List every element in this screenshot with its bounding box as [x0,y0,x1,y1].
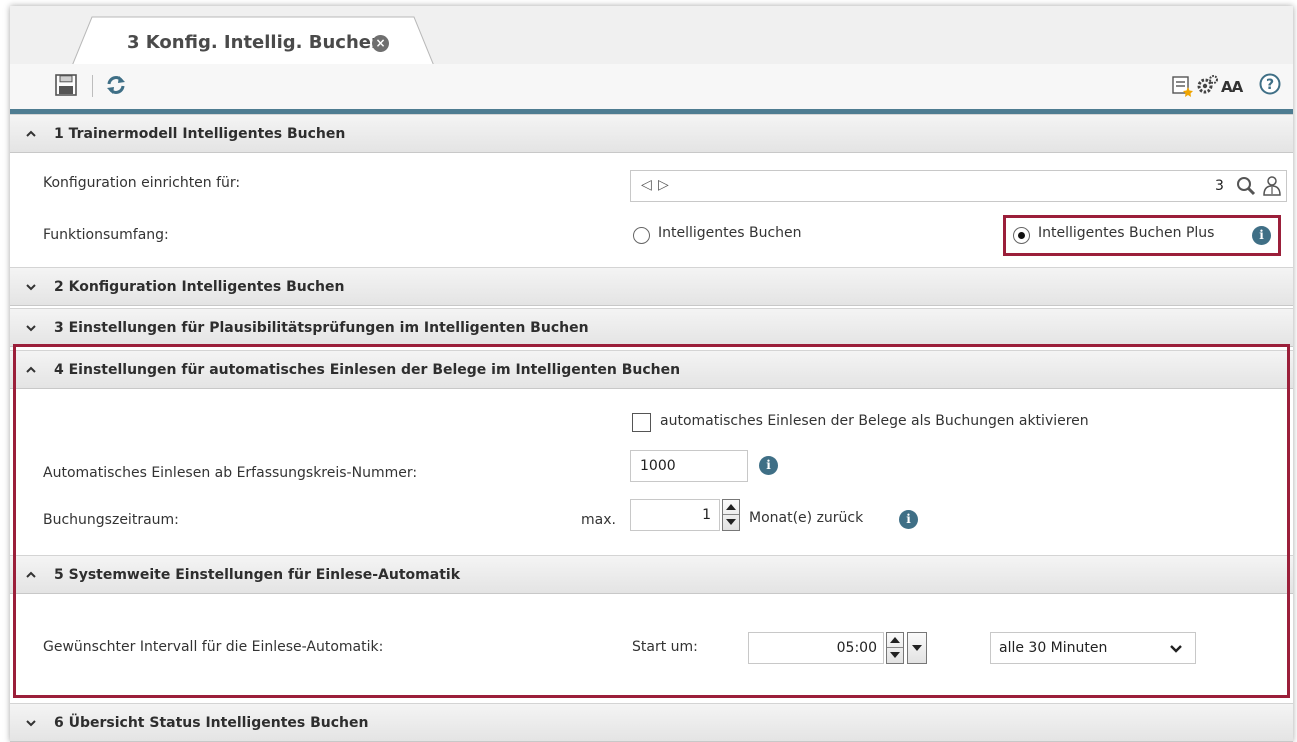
section-4-title: 4 Einstellungen für automatisches Einles… [54,362,681,378]
chevron-down-icon [26,720,36,727]
tab-title: 3 Konfig. Intellig. Buchen [127,32,384,53]
next-arrow-icon[interactable]: ▷ [658,177,669,193]
notes-star-icon[interactable] [1170,73,1194,97]
section-5-header[interactable]: 5 Systemweite Einstellungen für Einlese-… [10,555,1293,594]
save-icon[interactable] [54,73,78,97]
section-4-header[interactable]: 4 Einstellungen für automatisches Einles… [10,350,1293,389]
period-field[interactable]: 1 [630,499,720,531]
start-time-field[interactable]: 05:00 [748,632,884,664]
start-number-field[interactable]: 1000 [630,450,748,482]
period-prefix: max. [581,512,616,528]
start-time-stepper[interactable] [886,632,904,664]
section-2-header[interactable]: 2 Konfiguration Intelligentes Buchen [10,267,1293,306]
section-6-title: 6 Übersicht Status Intelligentes Buchen [54,715,369,731]
section-2-title: 2 Konfiguration Intelligentes Buchen [54,279,345,295]
radio-intelligentes-buchen-plus[interactable] [1013,227,1030,244]
section-4-content: automatisches Einlesen der Belege als Bu… [10,389,1293,555]
start-number-value: 1000 [640,458,676,474]
app-window: 3 Konfig. Intellig. Buchen × AA ? 1 Trai… [10,6,1293,742]
svg-text:?: ? [1266,77,1274,93]
config-value: 3 [1215,178,1224,194]
auto-import-checkbox-label: automatisches Einlesen der Belege als Bu… [660,413,1089,429]
close-icon[interactable]: × [372,35,389,52]
section-3-title: 3 Einstellungen für Plausibilitätsprüfun… [54,320,589,336]
search-icon[interactable] [1236,176,1256,196]
section-5-title: 5 Systemweite Einstellungen für Einlese-… [54,567,461,583]
tab-strip: 3 Konfig. Intellig. Buchen × [10,6,1293,67]
gears-icon[interactable] [1196,73,1220,97]
auto-import-checkbox[interactable] [632,413,651,432]
user-lookup-icon[interactable] [1261,175,1283,197]
chevron-down-icon [26,284,36,291]
toolbar: AA ? [10,64,1293,109]
toolbar-separator [92,75,93,97]
section-6-header[interactable]: 6 Übersicht Status Intelligentes Buchen [10,703,1293,742]
font-size-icon[interactable]: AA [1221,78,1243,96]
period-value: 1 [702,507,711,523]
tab-konfig-intellig-buchen[interactable]: 3 Konfig. Intellig. Buchen × [72,16,434,68]
section-1-content: Konfiguration einrichten für: ◁ ▷ 3 Funk… [10,153,1293,259]
start-time-dropdown-button[interactable] [907,632,927,664]
period-suffix: Monat(e) zurück [749,510,864,526]
start-number-label: Automatisches Einlesen ab Erfassungskrei… [43,465,418,481]
section-1-title: 1 Trainermodell Intelligentes Buchen [54,126,346,142]
refresh-icon[interactable] [104,73,128,97]
chevron-down-icon [26,325,36,332]
help-icon[interactable]: ? [1259,73,1283,97]
scope-label: Funktionsumfang: [43,227,169,243]
chevron-up-icon [26,366,36,373]
info-icon[interactable]: i [1252,226,1271,245]
config-selector[interactable]: ◁ ▷ 3 [630,170,1287,202]
start-label: Start um: [632,639,698,655]
period-label: Buchungszeitraum: [43,512,179,528]
section-1-header[interactable]: 1 Trainermodell Intelligentes Buchen [10,114,1293,153]
radio-intelligentes-buchen-plus-label: Intelligentes Buchen Plus [1038,225,1215,241]
prev-arrow-icon[interactable]: ◁ [641,177,652,193]
period-stepper[interactable] [722,499,740,531]
interval-select-value: alle 30 Minuten [999,640,1108,656]
info-icon[interactable]: i [899,510,918,529]
radio-intelligentes-buchen-label: Intelligentes Buchen [658,225,802,241]
interval-label: Gewünschter Intervall für die Einlese-Au… [43,639,384,655]
section-5-content: Gewünschter Intervall für die Einlese-Au… [10,594,1293,694]
start-time-value: 05:00 [836,640,877,656]
stepper-down-icon[interactable] [723,515,739,530]
config-label: Konfiguration einrichten für: [43,175,241,191]
caret-down-icon [912,645,922,651]
info-icon[interactable]: i [759,456,778,475]
radio-intelligentes-buchen[interactable] [633,227,650,244]
chevron-up-icon [26,130,36,137]
section-3-header[interactable]: 3 Einstellungen für Plausibilitätsprüfun… [10,308,1293,347]
stepper-up-icon[interactable] [887,633,903,648]
stepper-down-icon[interactable] [887,648,903,663]
interval-select[interactable]: alle 30 Minuten [990,632,1196,664]
chevron-up-icon [26,571,36,578]
stepper-up-icon[interactable] [723,500,739,515]
chevron-down-icon [1170,645,1182,653]
